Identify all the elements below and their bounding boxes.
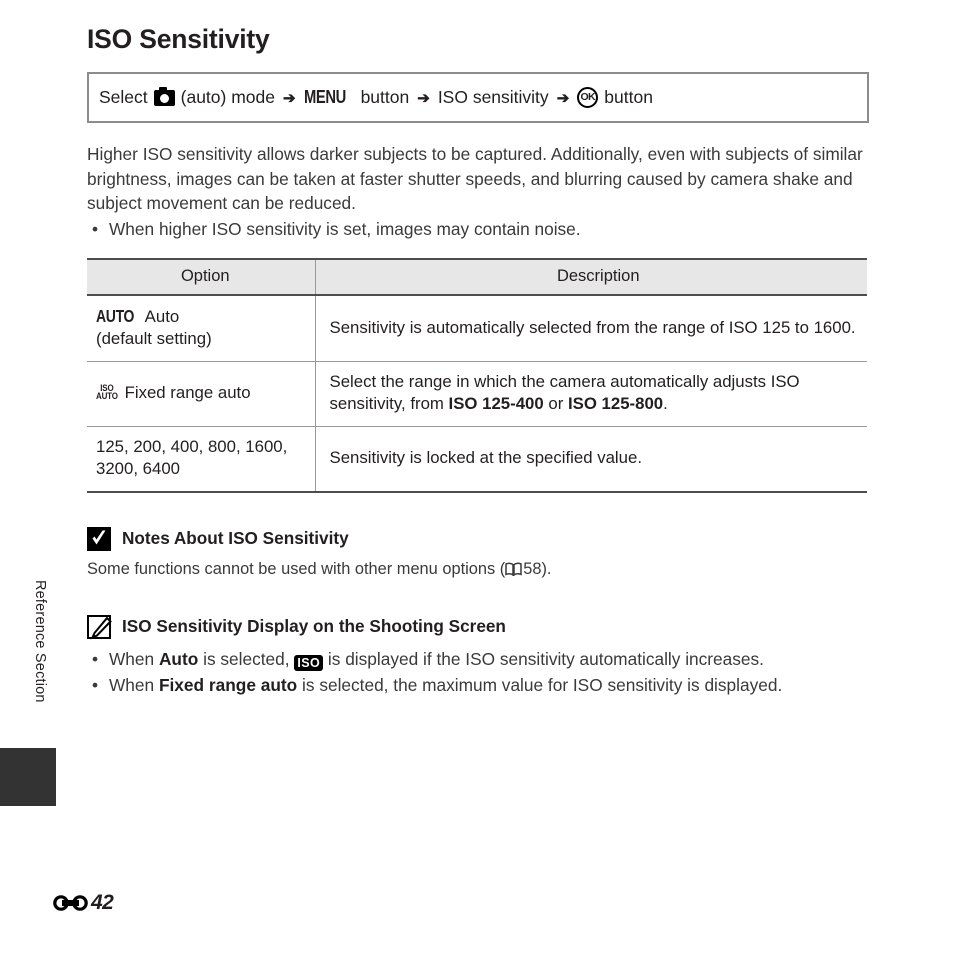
auto-glyph-icon: AUTO [96,305,135,326]
navigation-path-line: Select (auto) mode ➔ MENU button ➔ ISO s… [99,86,653,108]
bullet-dot-icon: • [92,648,99,669]
path-ok-button-label: button [604,87,653,107]
tip1-bold-auto: Auto [158,648,199,669]
tip1-text-after: is displayed if the ISO sensitivity auto… [323,648,764,669]
path-select-label: Select [99,87,148,107]
tip1-text-before: When [109,648,159,669]
caution-checkmark-icon [87,526,111,551]
note-caution-text-before: Some functions cannot be used with other… [87,559,506,578]
manual-page: Reference Section ISO Sensitivity Select… [0,0,954,954]
tip1-text-mid: is selected, [198,648,295,669]
note-tip-bullet-item: • When Auto is selected, ISO is displaye… [87,647,869,672]
iso-auto-glyph-icon: ISO AUTO [96,383,118,402]
reference-section-mark-icon [53,893,89,913]
pencil-note-icon [87,614,112,640]
path-arrow-icon-1: ➔ [283,89,296,107]
intro-bullet-item: • When higher ISO sensitivity is set, im… [87,217,869,242]
bullet-dot-icon: • [92,674,99,695]
description-fixed-text-end: . [663,394,668,414]
menu-button-glyph-icon: MENU [303,87,346,107]
path-auto-mode-label: (auto) mode [180,87,275,107]
note-tip-title: ISO Sensitivity Display on the Shooting … [122,616,506,637]
page-content: ISO Sensitivity Select (auto) mode ➔ MEN… [87,0,869,697]
navigation-path-box: Select (auto) mode ➔ MENU button ➔ ISO s… [87,72,869,123]
description-iso-125-400: ISO 125-400 [448,394,544,414]
cell-description-fixed-range-auto: Select the range in which the camera aut… [315,361,867,427]
option-fixed-range-label: Fixed range auto [124,383,251,403]
cell-description-fixed-values: Sensitivity is locked at the specified v… [315,426,867,493]
note-tip-bullet-text-2: When Fixed range auto is selected, the m… [109,673,869,698]
description-fixed-text-mid: or [543,394,568,414]
path-arrow-icon-2: ➔ [417,89,430,107]
option-auto-label: Auto [144,306,180,326]
page-title: ISO Sensitivity [87,24,270,54]
note-tip-header: ISO Sensitivity Display on the Shooting … [87,614,869,640]
tip2-text-mid: is selected, the maximum value for ISO s… [297,674,783,695]
iso-glyph-bottom: AUTO [96,390,118,402]
column-header-description: Description [315,257,867,296]
iso-display-badge-icon: ISO [294,655,324,672]
note-caution-reference-page: 58 [523,559,542,578]
path-arrow-icon-3: ➔ [556,89,570,107]
path-iso-sensitivity-label: ISO sensitivity [437,87,549,107]
iso-options-table: Option Description AUTO Auto (default set… [87,257,867,493]
page-number: 42 [91,891,114,914]
cell-description-auto: Sensitivity is automatically selected fr… [315,294,867,362]
option-values-line2: 3200, 6400 [96,459,180,479]
description-iso-125-800: ISO 125-800 [567,394,664,414]
table-header: Option Description [87,257,867,296]
option-auto-sublabel: (default setting) [96,329,212,349]
table-row: AUTO Auto (default setting) Sensitivity i… [87,294,867,362]
note-caution-text-after: ). [541,559,552,578]
path-menu-button-label: button [360,87,410,107]
note-tip-bullet-item: • When Fixed range auto is selected, the… [87,673,869,698]
page-folio: 42 [53,891,114,915]
note-tip-block: ISO Sensitivity Display on the Shooting … [87,614,869,698]
intro-bullet-text: When higher ISO sensitivity is set, imag… [109,219,581,240]
section-thumb-tab [0,748,56,806]
table-row: ISO AUTO Fixed range auto Select the ran… [87,361,867,427]
table-header-row: Option Description [87,257,867,296]
table-body: AUTO Auto (default setting) Sensitivity i… [87,294,867,493]
note-caution-text: Some functions cannot be used with other… [87,558,869,581]
camera-auto-mode-icon [153,86,175,106]
note-caution-title: Notes About ISO Sensitivity [122,528,349,549]
intro-paragraph: Higher ISO sensitivity allows darker sub… [87,144,863,214]
bullet-dot-icon: • [92,219,99,240]
section-side-label: Reference Section [32,580,48,703]
cell-option-auto: AUTO Auto (default setting) [87,294,316,362]
option-values-line1: 125, 200, 400, 800, 1600, [96,436,288,456]
ok-button-icon: OK [577,87,599,108]
cell-option-fixed-values: 125, 200, 400, 800, 1600, 3200, 6400 [87,426,316,493]
column-header-option: Option [87,257,316,296]
note-tip-bullet-text-1: When Auto is selected, ISO is displayed … [109,647,869,672]
table-row: 125, 200, 400, 800, 1600, 3200, 6400 Sen… [87,426,867,493]
note-caution-header: Notes About ISO Sensitivity [87,526,869,551]
tip2-bold-fixed-range: Fixed range auto [158,674,298,695]
note-caution-block: Notes About ISO Sensitivity Some functio… [87,526,869,581]
tip2-text-before: When [109,674,159,695]
book-reference-icon [505,560,522,577]
cell-option-fixed-range-auto: ISO AUTO Fixed range auto [87,361,316,427]
